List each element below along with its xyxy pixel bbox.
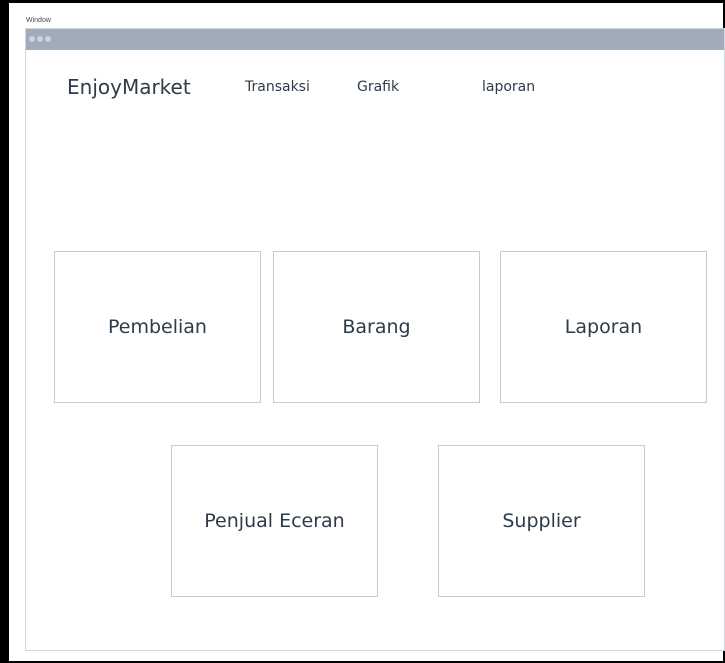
card-label: Penjual Eceran <box>204 510 345 532</box>
nav-link-grafik[interactable]: Grafik <box>357 77 399 97</box>
card-label: Barang <box>342 316 411 338</box>
outer-frame: Window EnjoyMarket Transaksi Grafik lapo… <box>0 0 725 663</box>
window-close-dot-icon[interactable] <box>29 36 35 42</box>
window-maximize-dot-icon[interactable] <box>45 36 51 42</box>
card-barang[interactable]: Barang <box>273 251 480 403</box>
brand-logo-text: EnjoyMarket <box>67 75 191 99</box>
window-minimize-dot-icon[interactable] <box>37 36 43 42</box>
card-label: Supplier <box>502 510 581 532</box>
card-pembelian[interactable]: Pembelian <box>54 251 261 403</box>
window-titlebar[interactable] <box>26 29 724 50</box>
card-supplier[interactable]: Supplier <box>438 445 645 597</box>
nav-link-transaksi[interactable]: Transaksi <box>245 77 310 97</box>
card-penjual-eceran[interactable]: Penjual Eceran <box>171 445 378 597</box>
window-caption: Window <box>26 17 51 24</box>
card-label: Laporan <box>564 316 643 338</box>
card-label: Pembelian <box>108 316 207 338</box>
card-laporan[interactable]: Laporan <box>500 251 707 403</box>
app-window: EnjoyMarket Transaksi Grafik laporan Pem… <box>25 28 725 651</box>
nav-link-laporan[interactable]: laporan <box>482 77 535 97</box>
